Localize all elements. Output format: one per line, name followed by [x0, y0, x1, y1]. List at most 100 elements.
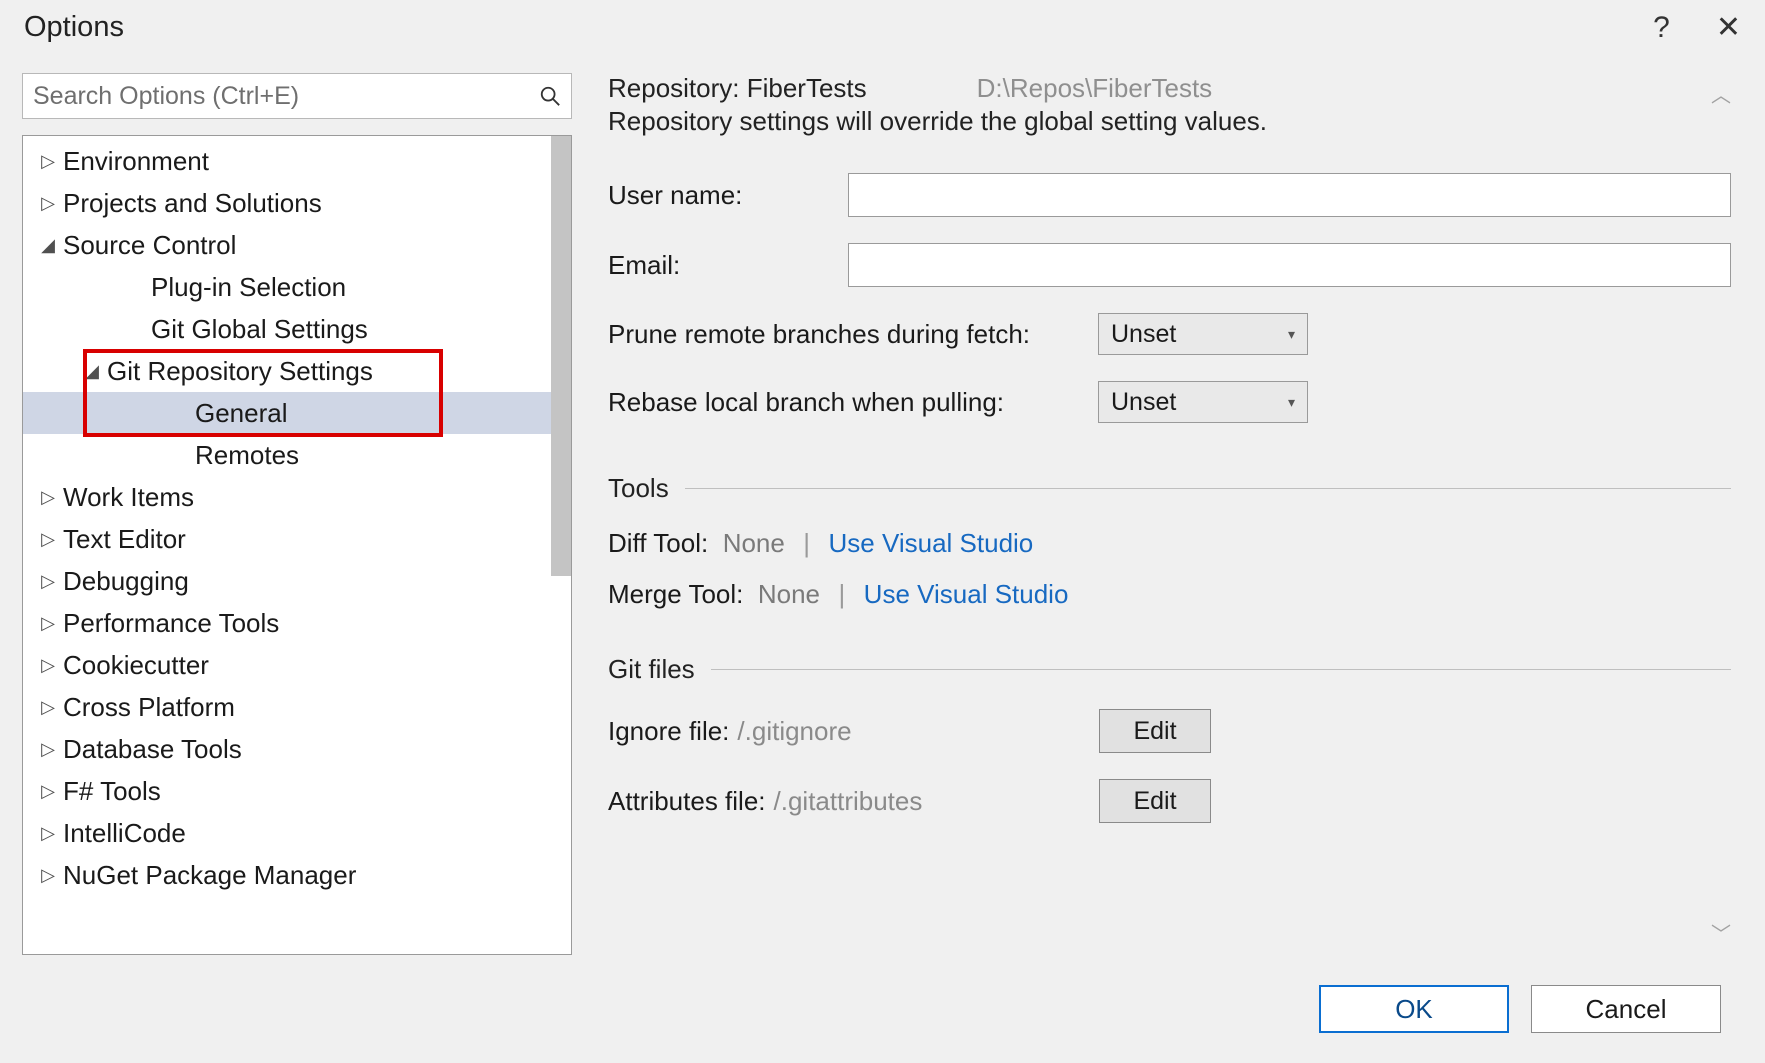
dialog-footer: OK Cancel	[22, 955, 1743, 1063]
tree-item[interactable]: ▷ Performance Tools	[23, 602, 571, 644]
tree-item-label: Cookiecutter	[63, 650, 209, 681]
attributes-file-row: Attributes file: /.gitattributes Edit	[608, 779, 1731, 823]
collapsed-icon: ▷	[39, 739, 57, 760]
merge-tool-link[interactable]: Use Visual Studio	[864, 579, 1069, 609]
titlebar: Options ? ✕	[0, 0, 1765, 55]
separator: |	[831, 579, 852, 609]
username-row: User name:	[608, 173, 1731, 217]
tree-item[interactable]: ▷ Database Tools	[23, 728, 571, 770]
collapsed-icon: ▷	[39, 655, 57, 676]
tree-item[interactable]: General	[23, 392, 571, 434]
rebase-label: Rebase local branch when pulling:	[608, 387, 1098, 418]
tree-item[interactable]: Remotes	[23, 434, 571, 476]
tree-item[interactable]: ◢Source Control	[23, 224, 571, 266]
collapsed-icon: ▷	[39, 529, 57, 550]
tree-item[interactable]: Git Global Settings	[23, 308, 571, 350]
prune-label: Prune remote branches during fetch:	[608, 319, 1098, 350]
scrollbar[interactable]	[551, 136, 571, 576]
tree-item-label: Cross Platform	[63, 692, 235, 723]
tree-item[interactable]: ▷ Debugging	[23, 560, 571, 602]
rebase-value: Unset	[1111, 388, 1176, 417]
collapsed-icon: ▷	[39, 571, 57, 592]
gitfiles-heading-text: Git files	[608, 654, 695, 685]
dialog-body: ▷ Environment ▷ Projects and Solutions ◢Sour…	[0, 55, 1765, 1063]
attributes-edit-button[interactable]: Edit	[1099, 779, 1211, 823]
chevron-down-icon: ▾	[1288, 394, 1295, 411]
ok-button[interactable]: OK	[1319, 985, 1509, 1033]
ignore-file-label: Ignore file:	[608, 716, 729, 747]
search-box[interactable]	[22, 73, 572, 119]
gitfiles-heading: Git files	[608, 654, 1731, 685]
tree-item-label: Git Global Settings	[151, 314, 368, 345]
chevron-down-icon: ▾	[1288, 326, 1295, 343]
divider	[685, 488, 1731, 489]
repository-path: D:\Repos\FiberTests	[977, 73, 1213, 104]
options-tree[interactable]: ▷ Environment ▷ Projects and Solutions ◢Sour…	[22, 135, 572, 955]
collapsed-icon: ▷	[39, 613, 57, 634]
tree-item-label: Performance Tools	[63, 608, 279, 639]
tree-item-label: Debugging	[63, 566, 189, 597]
settings-panel: ︿ Repository: FiberTests D:\Repos\FiberT…	[608, 73, 1743, 955]
tree-item[interactable]: ▷ Projects and Solutions	[23, 182, 571, 224]
chevron-down-icon[interactable]: ﹀	[1711, 918, 1731, 947]
diff-tool-link[interactable]: Use Visual Studio	[829, 528, 1034, 558]
prune-value: Unset	[1111, 320, 1176, 349]
rebase-select[interactable]: Unset ▾	[1098, 381, 1308, 423]
username-input[interactable]	[848, 173, 1731, 217]
tree-item-label: NuGet Package Manager	[63, 860, 356, 891]
tree-item[interactable]: ◢Git Repository Settings	[23, 350, 571, 392]
tree-item[interactable]: ▷F# Tools	[23, 770, 571, 812]
attributes-file-label: Attributes file:	[608, 786, 766, 817]
tree-item[interactable]: ▷Work Items	[23, 476, 571, 518]
collapsed-icon: ▷	[39, 781, 57, 802]
repository-line: Repository: FiberTests D:\Repos\FiberTes…	[608, 73, 1731, 104]
tree-item-label: Projects and Solutions	[63, 188, 322, 219]
close-icon[interactable]: ✕	[1716, 10, 1741, 45]
email-input[interactable]	[848, 243, 1731, 287]
collapsed-icon: ▷	[39, 151, 57, 172]
tree-item-label: General	[195, 398, 288, 429]
repository-desc: Repository settings will override the gl…	[608, 106, 1731, 137]
tools-heading-text: Tools	[608, 473, 669, 504]
help-icon[interactable]: ?	[1653, 11, 1670, 45]
cancel-button[interactable]: Cancel	[1531, 985, 1721, 1033]
tree-item[interactable]: ▷IntelliCode	[23, 812, 571, 854]
tree-item-label: Source Control	[63, 230, 236, 261]
tree-item[interactable]: ▷NuGet Package Manager	[23, 854, 571, 896]
collapsed-icon: ▷	[39, 193, 57, 214]
email-label: Email:	[608, 250, 848, 281]
chevron-up-icon[interactable]: ︿	[1711, 79, 1731, 108]
ignore-file-value: /.gitignore	[737, 716, 851, 747]
tree-item[interactable]: ▷Text Editor	[23, 518, 571, 560]
window-controls: ? ✕	[1653, 10, 1741, 45]
search-icon	[539, 85, 561, 107]
tree-item[interactable]: Plug-in Selection	[23, 266, 571, 308]
attributes-file-value: /.gitattributes	[774, 786, 923, 817]
diff-tool-label: Diff Tool:	[608, 528, 708, 558]
ignore-edit-button[interactable]: Edit	[1099, 709, 1211, 753]
merge-tool-value: None	[751, 579, 820, 609]
tree-item[interactable]: ▷ Environment	[23, 140, 571, 182]
window-title: Options	[24, 11, 124, 44]
tree-item-label: Git Repository Settings	[107, 356, 373, 387]
tree-item-label: Database Tools	[63, 734, 242, 765]
merge-tool-row: Merge Tool: None | Use Visual Studio	[608, 579, 1731, 610]
email-row: Email:	[608, 243, 1731, 287]
tree-item[interactable]: ▷Cross Platform	[23, 686, 571, 728]
tree-item-label: Plug-in Selection	[151, 272, 346, 303]
tree-item[interactable]: ▷ Cookiecutter	[23, 644, 571, 686]
options-dialog: Options ? ✕ ▷ Environment ▷ Projects and So…	[0, 0, 1765, 1063]
tree-item-label: Environment	[63, 146, 209, 177]
collapsed-icon: ▷	[39, 487, 57, 508]
prune-select[interactable]: Unset ▾	[1098, 313, 1308, 355]
divider	[711, 669, 1731, 670]
left-pane: ▷ Environment ▷ Projects and Solutions ◢Sour…	[22, 73, 572, 955]
rebase-row: Rebase local branch when pulling: Unset …	[608, 381, 1731, 423]
tree-item-label: Remotes	[195, 440, 299, 471]
search-input[interactable]	[23, 74, 571, 118]
prune-row: Prune remote branches during fetch: Unse…	[608, 313, 1731, 355]
diff-tool-row: Diff Tool: None | Use Visual Studio	[608, 528, 1731, 559]
diff-tool-value: None	[715, 528, 784, 558]
tools-heading: Tools	[608, 473, 1731, 504]
ignore-file-row: Ignore file: /.gitignore Edit	[608, 709, 1731, 753]
